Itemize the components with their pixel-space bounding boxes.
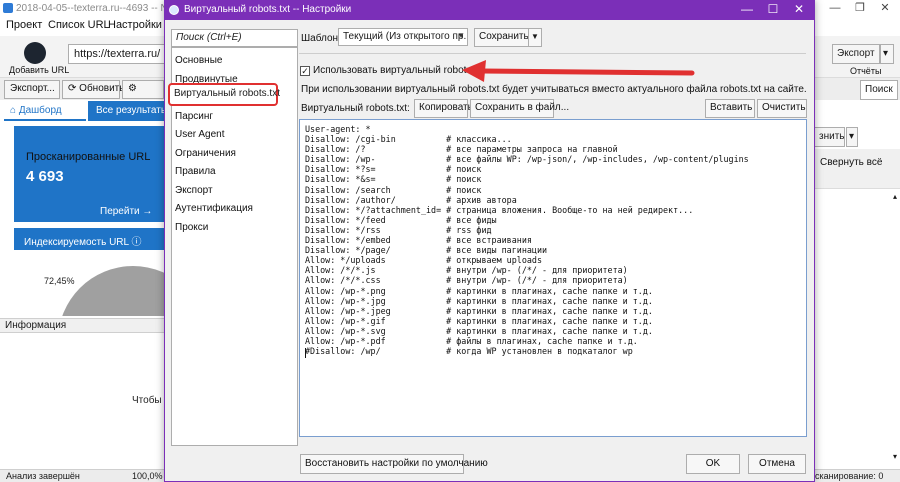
dialog-titlebar: Виртуальный robots.txt -- Настройки — ☐ … — [164, 0, 815, 20]
pie-percent-label: 72,45% — [44, 276, 75, 286]
template-save-button[interactable]: Сохранить — [474, 28, 529, 47]
reports-label: Отчёты — [850, 66, 882, 76]
clear-button[interactable]: Очистить — [757, 99, 807, 118]
scroll-up-icon[interactable]: ▴ — [893, 192, 897, 201]
use-virtual-robots-checkbox[interactable]: ✓ — [300, 66, 310, 76]
refresh-label: Обновить — [79, 83, 125, 94]
dialog-app-icon — [169, 5, 179, 15]
restore-defaults-button[interactable]: Восстановить настройки по умолчанию — [300, 454, 488, 474]
use-virtual-robots-label[interactable]: Использовать виртуальный robots.txt — [313, 65, 485, 76]
scroll-down-icon[interactable]: ▾ — [893, 452, 897, 461]
robots-text-editor[interactable]: User-agent: * Disallow: /cgi-bin # класс… — [299, 119, 807, 437]
chevron-down-icon: ▼ — [457, 31, 465, 40]
right-tree-header — [815, 149, 900, 189]
copy-button[interactable]: Копировать — [414, 99, 473, 118]
nav-item-basic[interactable]: Основные — [175, 55, 222, 66]
template-save-dropdown[interactable]: ▼ — [528, 28, 542, 47]
go-link[interactable]: Перейти → — [100, 206, 152, 217]
info-panel-header: Информация — [0, 318, 165, 333]
dialog-close-icon[interactable]: ✕ — [786, 0, 812, 20]
run-button[interactable]: ⚙ — [122, 80, 164, 99]
right-export-button[interactable]: Экспорт — [832, 44, 880, 64]
save-to-file-button[interactable]: Сохранить в файл... — [470, 99, 569, 118]
indexability-header: Индексируемость URL ⓘ — [14, 228, 166, 250]
add-url-label[interactable]: Добавить URL — [9, 65, 69, 75]
nav-item-user-agent[interactable]: User Agent — [175, 129, 224, 140]
editor-label: Виртуальный robots.txt: — [301, 103, 410, 114]
dialog-maximize-icon[interactable]: ☐ — [760, 0, 786, 20]
robots-text-content: User-agent: * Disallow: /cgi-bin # класс… — [305, 124, 749, 357]
export-button[interactable]: Экспорт... — [4, 80, 60, 99]
scanned-url-label: Просканированные URL — [26, 151, 151, 163]
add-url-icon[interactable] — [24, 42, 46, 64]
status-right: сканирование: 0 — [815, 471, 884, 481]
right-search-button[interactable]: Поиск — [860, 80, 898, 100]
nav-item-parsing[interactable]: Парсинг — [175, 111, 213, 122]
gear-icon: ⚙ — [128, 83, 137, 94]
template-select-value: Текущий (Из открытого пр... — [343, 31, 468, 42]
virtual-robots-info-text: При использовании виртуальный robots.txt… — [301, 84, 807, 95]
nav-item-limits[interactable]: Ограничения — [175, 148, 236, 159]
paste-button[interactable]: Вставить — [705, 99, 755, 118]
indexability-label: Индексируемость URL — [24, 237, 129, 248]
indexability-pie — [58, 266, 166, 316]
menu-settings[interactable]: Настройки — [108, 19, 162, 31]
cancel-button[interactable]: Отмена — [748, 454, 806, 474]
nav-item-proxy[interactable]: Прокси — [175, 222, 208, 233]
right-export-dropdown[interactable]: ▾ — [880, 44, 894, 64]
tab-all-results[interactable]: Все результаты (4 — [88, 101, 166, 121]
right-expand-button[interactable]: знить — [815, 127, 845, 147]
dialog-minimize-icon[interactable]: — — [734, 0, 760, 20]
red-arrow-annotation — [462, 60, 695, 82]
collapse-all-label[interactable]: Свернуть всё — [820, 157, 882, 168]
ok-button[interactable]: OK — [686, 454, 740, 474]
url-input[interactable]: https://texterra.ru/ — [68, 44, 168, 64]
scanned-url-card: Просканированные URL 4 693 Перейти → — [14, 126, 166, 222]
text-caret — [305, 348, 306, 358]
close-icon[interactable]: ✕ — [870, 0, 900, 17]
refresh-button[interactable]: ⟳ Обновить — [62, 80, 124, 99]
info-icon[interactable]: ⓘ — [132, 237, 142, 248]
status-progress: 100,0% — [132, 471, 163, 481]
template-select[interactable]: Текущий (Из открытого пр... ▼ — [338, 28, 468, 46]
right-expand-dropdown[interactable]: ▾ — [846, 127, 858, 147]
nav-item-rules[interactable]: Правила — [175, 166, 216, 177]
nav-item-virtual-robots[interactable]: Виртуальный robots.txt — [168, 83, 280, 106]
settings-search-input[interactable]: Поиск (Ctrl+E) — [171, 29, 298, 47]
scanned-url-value: 4 693 — [26, 168, 64, 185]
refresh-icon: ⟳ — [68, 83, 77, 94]
tab-dashboard-label: Дашборд — [18, 105, 62, 116]
status-left: Анализ завершён — [6, 471, 80, 481]
home-icon: ⌂ — [10, 105, 17, 116]
nav-item-authentication[interactable]: Аутентификация — [175, 203, 253, 214]
divider — [299, 53, 806, 54]
netpeak-app-icon — [3, 3, 13, 13]
dialog-title: Виртуальный robots.txt -- Настройки — [184, 4, 352, 15]
settings-nav-list: Основные Продвинутые Парсинг User Agent … — [171, 47, 298, 446]
nav-item-export[interactable]: Экспорт — [175, 185, 213, 196]
menu-project[interactable]: Проект — [6, 19, 42, 31]
menu-url-list[interactable]: Список URL — [48, 19, 110, 31]
tab-dashboard[interactable]: ⌂ Дашборд — [4, 102, 86, 121]
template-label: Шаблон: — [301, 33, 341, 44]
indexability-card: Индексируемость URL ⓘ 72,45% — [14, 228, 166, 316]
